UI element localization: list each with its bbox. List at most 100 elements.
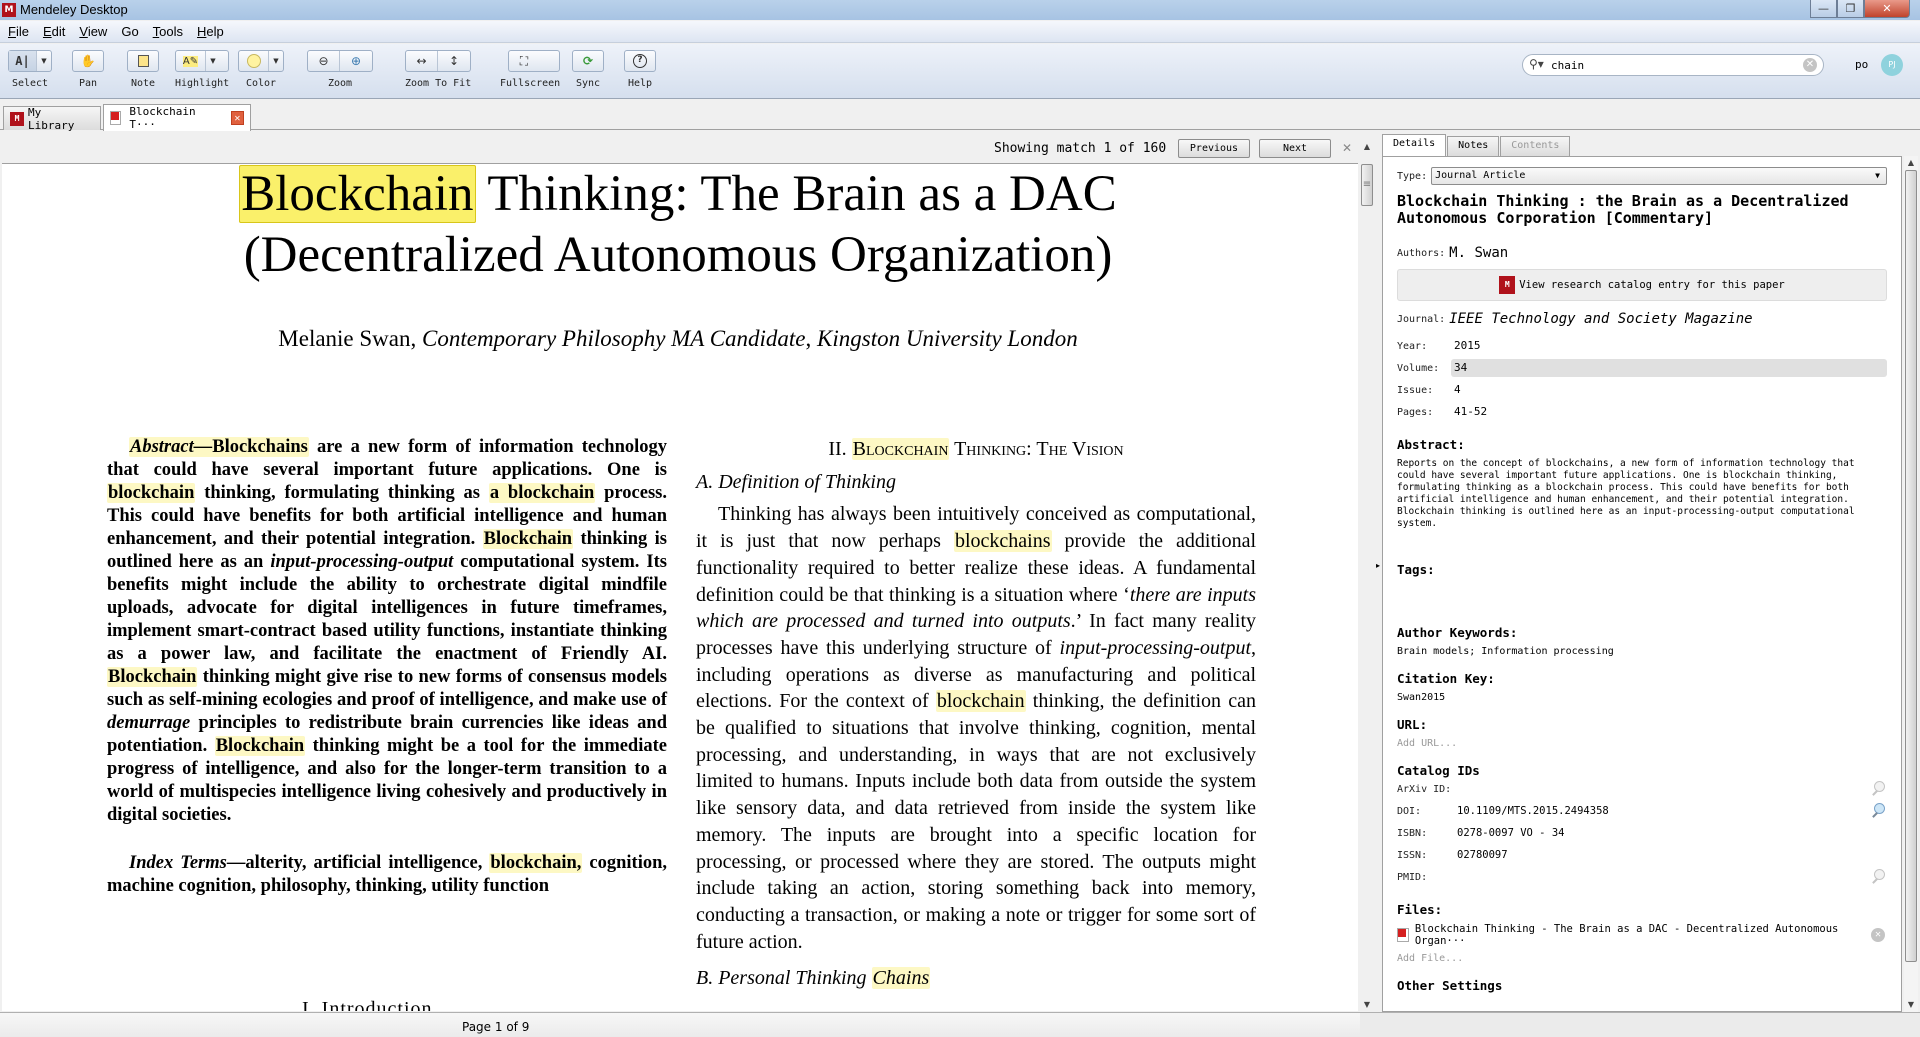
note-label: Note bbox=[130, 78, 156, 89]
menu-tools[interactable]: Tools bbox=[153, 24, 183, 39]
sync-label: Sync bbox=[575, 78, 601, 89]
file-name[interactable]: Blockchain Thinking - The Brain as a DAC… bbox=[1415, 923, 1887, 947]
highlight-tool-button[interactable]: A✎ bbox=[176, 51, 206, 71]
pdf-scrollbar[interactable]: ▲ ≡ ▼ bbox=[1360, 140, 1374, 1012]
menu-go[interactable]: Go bbox=[121, 24, 138, 39]
abstract-paragraph: Abstract—Blockchains are a new form of i… bbox=[107, 437, 667, 825]
search-match: a blockchain bbox=[488, 483, 596, 503]
tab-details[interactable]: Details bbox=[1382, 134, 1447, 156]
body-paragraph: Thinking has always been intuitively con… bbox=[696, 503, 1257, 953]
scrollbar-thumb[interactable] bbox=[1905, 170, 1917, 962]
mendeley-logo-icon: M bbox=[10, 111, 24, 126]
minimize-button[interactable]: — bbox=[1810, 0, 1837, 18]
fullscreen-button[interactable]: ⛶ bbox=[509, 51, 539, 71]
tab-my-library[interactable]: M My Library bbox=[3, 106, 101, 132]
document-column-right: II. Blockchain Thinking: The Vision A. D… bbox=[696, 436, 1256, 992]
zoom-in-button[interactable]: ⊕ bbox=[340, 51, 372, 71]
scroll-down-icon[interactable]: ▼ bbox=[1360, 998, 1374, 1012]
clear-search-icon[interactable]: ✕ bbox=[1803, 58, 1817, 72]
other-settings-heading[interactable]: Other Settings bbox=[1397, 978, 1887, 993]
sync-button[interactable]: ⟳ bbox=[573, 51, 603, 71]
journal-value[interactable]: IEEE Technology and Society Magazine bbox=[1449, 311, 1752, 327]
previous-match-button[interactable]: Previous bbox=[1178, 139, 1250, 158]
fit-width-button[interactable]: ↔ bbox=[406, 51, 438, 71]
title-bar: M Mendeley Desktop — ❐ ✕ bbox=[0, 0, 1920, 20]
menu-file[interactable]: File bbox=[8, 24, 29, 39]
scrollbar-thumb[interactable]: ≡ bbox=[1361, 164, 1373, 206]
subsection-heading: A. Definition of Thinking bbox=[696, 470, 896, 493]
isbn-field[interactable]: 0278-0097 VO - 34 bbox=[1457, 827, 1564, 839]
close-find-bar-icon[interactable]: ✕ bbox=[1342, 141, 1352, 155]
pan-tool-button[interactable]: ✋ bbox=[73, 51, 103, 71]
add-file-link[interactable]: Add File... bbox=[1397, 953, 1887, 964]
document-title: Blockchain Thinking: The Brain as a DAC … bbox=[239, 165, 1117, 283]
scroll-up-icon[interactable]: ▲ bbox=[1360, 140, 1374, 154]
volume-field[interactable]: 34 bbox=[1451, 359, 1887, 377]
add-url-field[interactable]: Add URL... bbox=[1397, 738, 1887, 749]
doi-field[interactable]: 10.1109/MTS.2015.2494358 bbox=[1457, 805, 1609, 817]
view-catalog-entry-button[interactable]: M View research catalog entry for this p… bbox=[1397, 269, 1887, 301]
details-scrollbar[interactable]: ▲ ▼ bbox=[1904, 156, 1918, 1012]
menu-help[interactable]: Help bbox=[197, 24, 224, 39]
pdf-viewer[interactable]: Blockchain Thinking: The Brain as a DAC … bbox=[2, 163, 1358, 1011]
tab-blockchain-document[interactable]: Blockchain T··· ✕ bbox=[103, 104, 251, 131]
help-button[interactable]: ? bbox=[625, 51, 655, 71]
search-icon[interactable]: ⚲▾ bbox=[1529, 57, 1544, 71]
scroll-down-icon[interactable]: ▼ bbox=[1904, 998, 1918, 1012]
tab-contents[interactable]: Contents bbox=[1500, 136, 1571, 156]
tags-field[interactable] bbox=[1397, 583, 1887, 611]
section-heading: II. Blockchain Thinking: The Vision bbox=[828, 438, 1124, 460]
select-tool-button[interactable]: A| bbox=[9, 51, 37, 71]
scroll-up-icon[interactable]: ▲ bbox=[1904, 156, 1918, 170]
type-label: Type: bbox=[1397, 170, 1428, 182]
lookup-doi-search-icon[interactable] bbox=[1871, 803, 1885, 817]
citation-key-field[interactable]: Swan2015 bbox=[1397, 692, 1887, 703]
color-picker-button[interactable] bbox=[239, 51, 269, 71]
close-window-button[interactable]: ✕ bbox=[1864, 0, 1910, 18]
document-tab-bar: M My Library Blockchain T··· ✕ bbox=[0, 100, 1920, 132]
authors-value[interactable]: M. Swan bbox=[1449, 245, 1508, 261]
close-tab-icon[interactable]: ✕ bbox=[230, 111, 244, 125]
abstract-heading: Abstract: bbox=[1397, 437, 1465, 452]
menu-edit[interactable]: Edit bbox=[43, 24, 65, 39]
chevron-down-icon: ▼ bbox=[1875, 171, 1880, 180]
color-dropdown-icon[interactable]: ▼ bbox=[269, 51, 283, 71]
menu-view[interactable]: View bbox=[79, 24, 107, 39]
remove-file-icon[interactable]: ✕ bbox=[1871, 928, 1885, 942]
issue-field[interactable]: 4 bbox=[1451, 381, 1887, 399]
issn-field[interactable]: 02780097 bbox=[1457, 849, 1508, 861]
maximize-button[interactable]: ❐ bbox=[1837, 0, 1864, 18]
arxiv-label: ArXiv ID: bbox=[1397, 783, 1452, 795]
type-select[interactable]: Journal Article ▼ bbox=[1431, 167, 1887, 185]
year-field[interactable]: 2015 bbox=[1451, 337, 1887, 355]
search-match: blockchain bbox=[107, 483, 196, 503]
sticky-note-icon bbox=[137, 55, 149, 67]
search-match: blockchain bbox=[935, 690, 1026, 713]
collapse-panel-icon[interactable]: ▸ bbox=[1376, 561, 1380, 570]
lookup-arxiv-search-icon[interactable] bbox=[1871, 781, 1885, 795]
user-name[interactable]: po bbox=[1855, 58, 1868, 71]
highlight-dropdown-icon[interactable]: ▼ bbox=[206, 51, 220, 71]
zoom-out-button[interactable]: ⊖ bbox=[308, 51, 340, 71]
pdf-file-icon bbox=[110, 111, 122, 125]
author-keywords-field[interactable]: Brain models; Information processing bbox=[1397, 646, 1887, 657]
fit-height-button[interactable]: ↕ bbox=[438, 51, 470, 71]
tab-notes[interactable]: Notes bbox=[1447, 136, 1500, 156]
fullscreen-label: Fullscreen bbox=[500, 78, 561, 89]
mendeley-logo-icon: M bbox=[2, 3, 16, 17]
avatar[interactable]: PJ bbox=[1881, 54, 1903, 76]
zoom-label: Zoom bbox=[327, 78, 353, 89]
files-heading: Files: bbox=[1397, 902, 1443, 917]
status-bar: Page 1 of 9 bbox=[0, 1012, 1360, 1037]
lookup-pmid-search-icon[interactable] bbox=[1871, 869, 1885, 883]
search-box[interactable]: ⚲▾ ✕ bbox=[1522, 54, 1824, 76]
select-dropdown-icon[interactable]: ▼ bbox=[37, 51, 51, 71]
search-input[interactable] bbox=[1551, 58, 1791, 73]
reference-title[interactable]: Blockchain Thinking : the Brain as a Dec… bbox=[1397, 193, 1887, 227]
note-tool-button[interactable] bbox=[128, 51, 158, 71]
abstract-field[interactable]: Reports on the concept of blockchains, a… bbox=[1397, 458, 1887, 530]
attached-file[interactable]: Blockchain Thinking - The Brain as a DAC… bbox=[1397, 923, 1887, 947]
pages-field[interactable]: 41-52 bbox=[1451, 403, 1887, 421]
next-match-button[interactable]: Next bbox=[1259, 139, 1331, 158]
panel-splitter[interactable]: ▸ bbox=[1374, 131, 1382, 1012]
